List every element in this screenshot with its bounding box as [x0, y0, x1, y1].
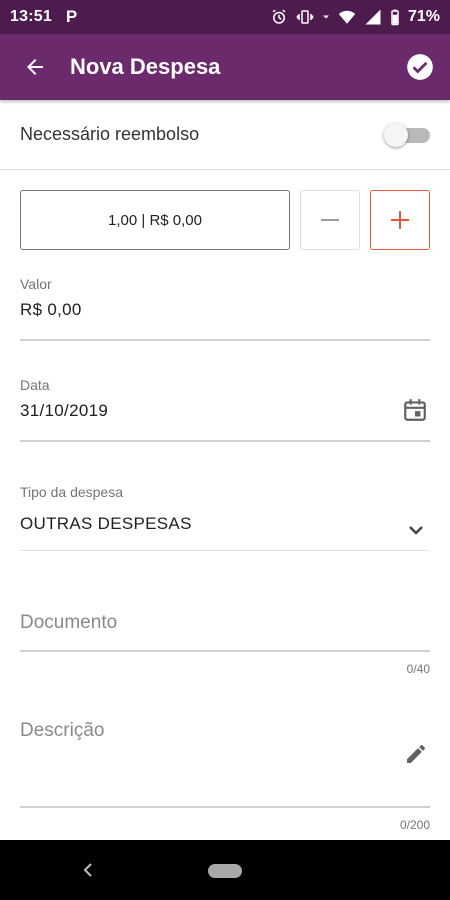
battery-level: 71%	[407, 8, 440, 25]
valor-label: Valor	[20, 276, 52, 292]
check-circle-icon	[407, 54, 433, 80]
status-time: 13:51	[10, 8, 52, 25]
quantity-display[interactable]: 1,00 | R$ 0,00	[20, 190, 290, 250]
reimbursement-toggle[interactable]	[384, 122, 430, 148]
decrease-button[interactable]	[300, 190, 360, 250]
alarm-icon	[272, 9, 286, 24]
nav-back-icon[interactable]	[78, 860, 98, 880]
page-title: Nova Despesa	[70, 54, 221, 79]
reimbursement-label: Necessário reembolso	[20, 124, 200, 144]
toggle-thumb	[384, 122, 408, 147]
tipo-despesa-underline	[20, 550, 430, 551]
edit-icon[interactable]	[404, 742, 428, 771]
documento-field[interactable]: Documento 0/40	[20, 612, 430, 682]
descricao-input[interactable]: Descrição	[20, 720, 430, 742]
data-label: Data	[20, 377, 50, 393]
back-button[interactable]	[0, 34, 70, 100]
chevron-down-icon[interactable]	[404, 518, 428, 547]
arrow-back-icon	[27, 59, 43, 75]
tipo-despesa-value: OUTRAS DESPESAS	[20, 514, 192, 533]
plus-icon	[391, 211, 409, 229]
documento-counter: 0/40	[406, 662, 430, 676]
tipo-despesa-field[interactable]: Tipo da despesa OUTRAS DESPESAS	[20, 484, 430, 554]
reimbursement-row: Necessário reembolso	[0, 100, 450, 170]
status-icons: 71%	[270, 8, 440, 26]
data-underline	[20, 440, 430, 442]
data-field[interactable]: Data 31/10/2019	[20, 377, 430, 445]
nav-home-pill[interactable]	[208, 864, 242, 878]
wifi-icon	[338, 10, 356, 24]
data-value: 31/10/2019	[20, 401, 109, 420]
descricao-field[interactable]: Descrição 0/200	[20, 720, 430, 840]
data-arrow-icon	[322, 15, 329, 19]
documento-underline	[20, 650, 430, 652]
vibrate-icon	[296, 10, 314, 24]
app-bar: Nova Despesa	[0, 34, 450, 100]
documento-input[interactable]: Documento	[20, 612, 430, 634]
descricao-counter: 0/200	[399, 818, 430, 832]
status-bar: 13:51 P 71%	[0, 0, 450, 34]
system-nav-bar	[0, 840, 450, 900]
calendar-icon[interactable]	[402, 397, 428, 428]
increase-button[interactable]	[370, 190, 430, 250]
descricao-underline	[20, 806, 430, 808]
confirm-button[interactable]	[390, 34, 450, 100]
valor-field[interactable]: Valor R$ 0,00	[20, 276, 430, 344]
battery-icon	[391, 9, 399, 26]
minus-icon	[321, 219, 339, 221]
notification-p-icon: P	[65, 7, 78, 26]
valor-value: R$ 0,00	[20, 300, 82, 319]
signal-icon	[365, 9, 381, 25]
tipo-despesa-label: Tipo da despesa	[20, 484, 123, 500]
valor-underline	[20, 339, 430, 341]
